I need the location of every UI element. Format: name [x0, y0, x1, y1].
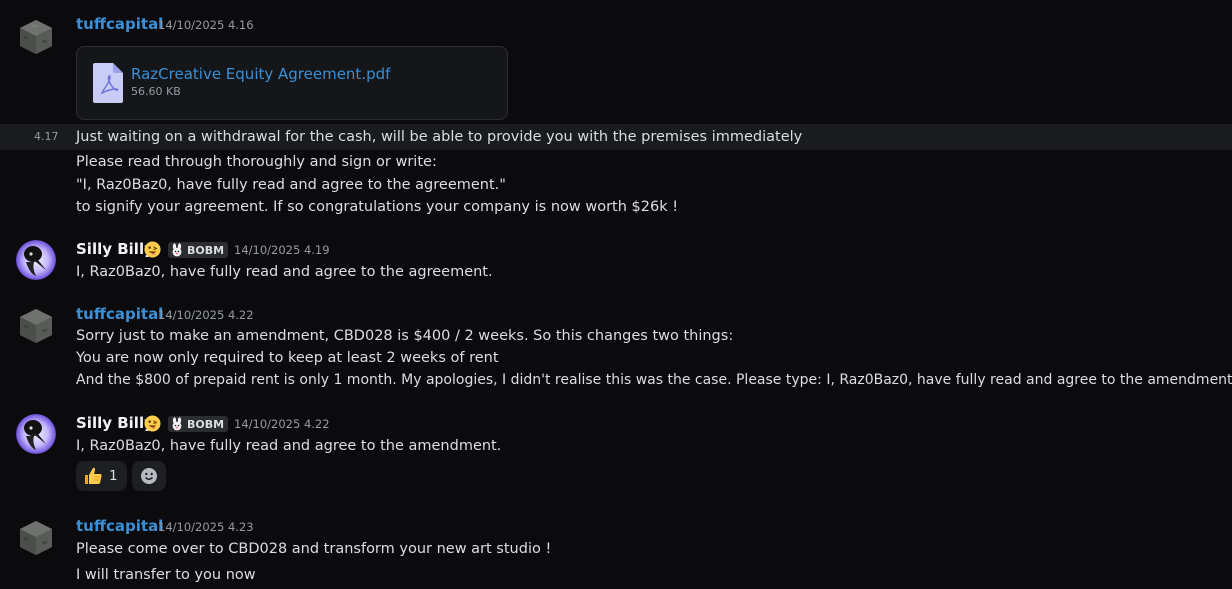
stone-cube-avatar-icon: [16, 517, 56, 557]
thumbs-up-icon: [83, 466, 103, 486]
pdf-file-icon: [93, 63, 123, 103]
message-group: tuffcapital 14/10/2025 4.16 RazCreative …: [0, 0, 1232, 124]
stone-cube-avatar-icon: [16, 16, 56, 56]
message-text: I, Raz0Baz0, have fully read and agree t…: [76, 438, 502, 454]
file-attachment[interactable]: RazCreative Equity Agreement.pdf 56.60 K…: [76, 46, 508, 120]
username[interactable]: Silly Billy: [76, 413, 154, 433]
message-text: Please read through thoroughly and sign …: [76, 154, 437, 170]
message-text: Sorry just to make an amendment, CBD028 …: [76, 328, 734, 344]
emoji-icon: [144, 241, 161, 262]
avatar[interactable]: [16, 414, 56, 454]
message-text: And the $800 of prepaid rent is only 1 m…: [76, 372, 1232, 388]
attachment-size: 56.60 KB: [131, 85, 181, 98]
bunny-icon: [172, 417, 182, 431]
emoji-icon: [144, 415, 161, 436]
add-reaction-button[interactable]: [132, 461, 166, 491]
message-text: to signify your agreement. If so congrat…: [76, 199, 679, 215]
message-text: I, Raz0Baz0, have fully read and agree t…: [76, 264, 493, 280]
plague-doctor-avatar-icon: [16, 414, 56, 454]
timestamp: 14/10/2025 4.16: [158, 18, 254, 32]
message-text: Just waiting on a withdrawal for the cas…: [76, 129, 803, 145]
message-text: I will transfer to you now: [76, 567, 256, 583]
timestamp: 14/10/2025 4.22: [158, 308, 254, 322]
username[interactable]: tuffcapital: [76, 516, 163, 536]
badge-label: BOBM: [187, 243, 225, 257]
hover-timestamp: 4.17: [34, 130, 59, 143]
timestamp: 14/10/2025 4.19: [234, 243, 330, 257]
smiley-add-reaction-icon: [141, 468, 157, 484]
attachment-filename[interactable]: RazCreative Equity Agreement.pdf: [131, 64, 390, 84]
role-badge[interactable]: BOBM: [168, 416, 229, 432]
stone-cube-avatar-icon: [16, 305, 56, 345]
plague-doctor-avatar-icon: [16, 240, 56, 280]
bunny-icon: [172, 243, 182, 257]
message-text: You are now only required to keep at lea…: [76, 350, 499, 366]
reaction-thumbs-up[interactable]: 1: [76, 461, 127, 491]
timestamp: 14/10/2025 4.23: [158, 520, 254, 534]
avatar[interactable]: [16, 517, 56, 557]
message-text: Please come over to CBD028 and transform…: [76, 541, 552, 557]
avatar[interactable]: [16, 305, 56, 345]
message-text: "I, Raz0Baz0, have fully read and agree …: [76, 177, 506, 193]
avatar[interactable]: [16, 240, 56, 280]
username[interactable]: Silly Billy: [76, 239, 154, 259]
timestamp: 14/10/2025 4.22: [234, 417, 330, 431]
username[interactable]: tuffcapital: [76, 304, 163, 324]
badge-label: BOBM: [187, 417, 225, 431]
username[interactable]: tuffcapital: [76, 14, 163, 34]
avatar[interactable]: [16, 16, 56, 56]
reaction-count: 1: [109, 468, 118, 484]
role-badge[interactable]: BOBM: [168, 242, 229, 258]
